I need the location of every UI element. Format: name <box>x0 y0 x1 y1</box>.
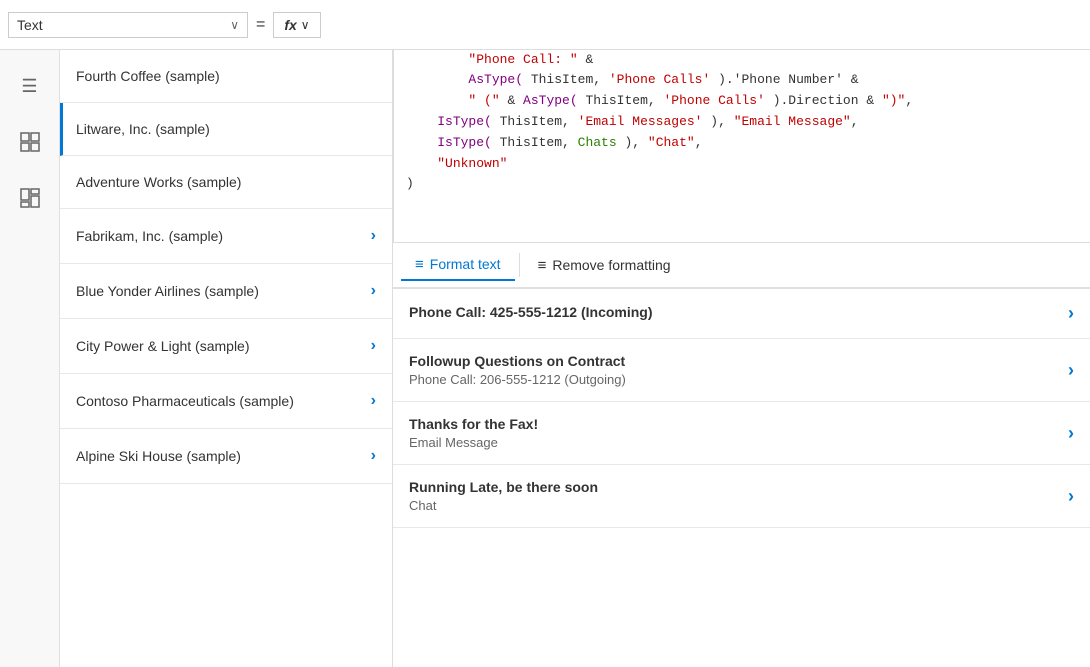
account-name: Alpine Ski House (sample) <box>76 448 241 464</box>
activity-item-running-late[interactable]: Running Late, be there soon Chat › <box>393 465 1090 528</box>
account-item-contoso[interactable]: Contoso Pharmaceuticals (sample) › <box>60 374 392 429</box>
activity-subtitle: Phone Call: 206-555-1212 (Outgoing) <box>409 372 1060 387</box>
left-sidebar: ☰ <box>0 50 60 667</box>
account-name: Litware, Inc. (sample) <box>76 121 210 137</box>
account-name: Fabrikam, Inc. (sample) <box>76 228 223 244</box>
activity-chevron-icon: › <box>1068 486 1074 507</box>
field-selector[interactable]: Text ∨ <box>8 12 248 38</box>
fx-button[interactable]: fx ∨ <box>273 12 320 38</box>
code-line-7: IsType( ThisItem, Chats ), "Chat", <box>406 133 1078 154</box>
remove-formatting-button[interactable]: ≡ Remove formatting <box>524 251 685 280</box>
account-item-fabrikam[interactable]: Fabrikam, Inc. (sample) › <box>60 209 392 264</box>
activity-chevron-icon: › <box>1068 423 1074 444</box>
activity-chevron-icon: › <box>1068 360 1074 381</box>
account-name: City Power & Light (sample) <box>76 338 250 354</box>
account-chevron-icon: › <box>371 337 376 355</box>
remove-formatting-icon: ≡ <box>538 257 547 274</box>
activity-subtitle: Chat <box>409 498 1060 513</box>
activity-item-followup[interactable]: Followup Questions on Contract Phone Cal… <box>393 339 1090 402</box>
remove-formatting-label: Remove formatting <box>552 257 670 273</box>
activity-item-fax[interactable]: Thanks for the Fax! Email Message › <box>393 402 1090 465</box>
format-toolbar: ≡ Format text ≡ Remove formatting <box>393 243 1090 289</box>
accounts-panel: Fourth Coffee (sample) Litware, Inc. (sa… <box>60 50 393 667</box>
account-chevron-icon: › <box>371 282 376 300</box>
activity-title: Running Late, be there soon <box>409 479 1060 495</box>
code-line-3: "Phone Call: " & <box>406 50 1078 71</box>
toolbar-divider <box>519 253 520 277</box>
account-item-blue-yonder[interactable]: Blue Yonder Airlines (sample) › <box>60 264 392 319</box>
activity-title: Followup Questions on Contract <box>409 353 1060 369</box>
account-name: Contoso Pharmaceuticals (sample) <box>76 393 294 409</box>
fx-chevron-icon: ∨ <box>301 18 310 32</box>
activity-content: Thanks for the Fax! Email Message <box>409 416 1060 450</box>
layers-icon[interactable] <box>14 126 46 158</box>
activity-content: Phone Call: 425-555-1212 (Incoming) <box>409 304 1060 323</box>
dashboard-icon[interactable] <box>14 182 46 214</box>
field-selector-chevron-icon: ∨ <box>230 18 239 32</box>
account-name: Adventure Works (sample) <box>76 174 241 190</box>
account-item-fourth-coffee[interactable]: Fourth Coffee (sample) <box>60 50 392 103</box>
account-item-adventure-works[interactable]: Adventure Works (sample) <box>60 156 392 209</box>
code-line-5: " (" & AsType( ThisItem, 'Phone Calls' )… <box>406 91 1078 112</box>
code-line-9: ) <box>406 174 1078 195</box>
menu-icon[interactable]: ☰ <box>14 70 46 102</box>
equals-sign: = <box>256 16 265 34</box>
top-bar: Text ∨ = fx ∨ <box>0 0 1090 50</box>
fx-label: fx <box>284 17 296 33</box>
activity-item-phone-incoming[interactable]: Phone Call: 425-555-1212 (Incoming) › <box>393 289 1090 339</box>
activities-panel: Phone Call: 425-555-1212 (Incoming) › Fo… <box>393 289 1090 667</box>
activity-content: Followup Questions on Contract Phone Cal… <box>409 353 1060 387</box>
code-line-4: AsType( ThisItem, 'Phone Calls' ).'Phone… <box>406 70 1078 91</box>
account-name: Blue Yonder Airlines (sample) <box>76 283 259 299</box>
account-item-litware[interactable]: Litware, Inc. (sample) <box>60 103 392 156</box>
activity-chevron-icon: › <box>1068 303 1074 324</box>
format-text-icon: ≡ <box>415 256 424 273</box>
activity-title: Thanks for the Fax! <box>409 416 1060 432</box>
account-chevron-icon: › <box>371 227 376 245</box>
format-text-button[interactable]: ≡ Format text <box>401 250 515 281</box>
code-line-8: "Unknown" <box>406 154 1078 175</box>
activity-title: Phone Call: 425-555-1212 (Incoming) <box>409 304 1060 320</box>
account-chevron-icon: › <box>371 392 376 410</box>
format-text-label: Format text <box>430 256 501 272</box>
code-line-6: IsType( ThisItem, 'Email Messages' ), "E… <box>406 112 1078 133</box>
account-item-city-power[interactable]: City Power & Light (sample) › <box>60 319 392 374</box>
field-selector-label: Text <box>17 17 230 33</box>
activity-subtitle: Email Message <box>409 435 1060 450</box>
account-name: Fourth Coffee (sample) <box>76 68 220 84</box>
account-chevron-icon: › <box>371 447 376 465</box>
account-item-alpine[interactable]: Alpine Ski House (sample) › <box>60 429 392 484</box>
activity-content: Running Late, be there soon Chat <box>409 479 1060 513</box>
